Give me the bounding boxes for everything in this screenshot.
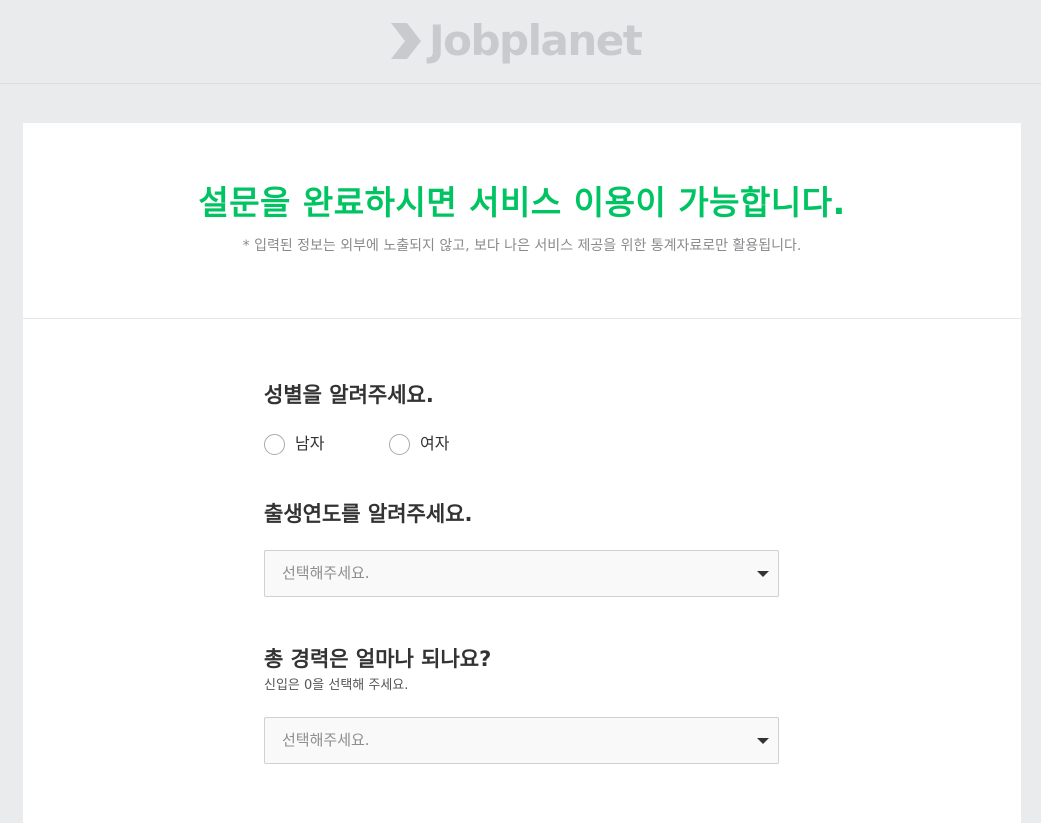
gender-question-title: 성별을 알려주세요. [264, 383, 434, 407]
gender-option-label: 남자 [295, 434, 325, 453]
radio-button-male[interactable] [264, 433, 285, 455]
radio-button-female[interactable] [389, 433, 410, 455]
survey-headline: 설문을 완료하시면 서비스 이용이 가능합니다. [198, 183, 846, 222]
privacy-note: * 입력된 정보는 외부에 노출되지 않고, 보다 나은 서비스 제공을 위한 … [242, 238, 802, 254]
career-select[interactable]: 선택해주세요. [264, 717, 779, 764]
site-header: Jobplanet [0, 0, 1041, 84]
caret-down-icon [757, 738, 769, 744]
birth-year-select[interactable]: 선택해주세요. [264, 550, 779, 597]
birth-year-select-placeholder: 선택해주세요. [282, 564, 370, 582]
caret-down-icon [757, 571, 769, 577]
career-question-hint: 신입은 0을 선택해 주세요. [264, 678, 409, 693]
gender-option-female[interactable]: 여자 [389, 431, 449, 457]
career-select-placeholder: 선택해주세요. [282, 731, 370, 749]
birth-year-question-title: 출생연도를 알려주세요. [264, 502, 473, 526]
survey-card: 설문을 완료하시면 서비스 이용이 가능합니다. * 입력된 정보는 외부에 노… [23, 123, 1021, 823]
jobplanet-logo[interactable]: Jobplanet [389, 13, 643, 69]
career-question-title: 총 경력은 얼마나 되나요? [264, 647, 492, 671]
logo-wordmark: Jobplanet [429, 16, 643, 65]
survey-intro: 설문을 완료하시면 서비스 이용이 가능합니다. * 입력된 정보는 외부에 노… [23, 123, 1021, 319]
gender-option-male[interactable]: 남자 [264, 431, 324, 457]
gender-option-label: 여자 [420, 434, 450, 453]
chevron-logo-icon [391, 23, 421, 59]
